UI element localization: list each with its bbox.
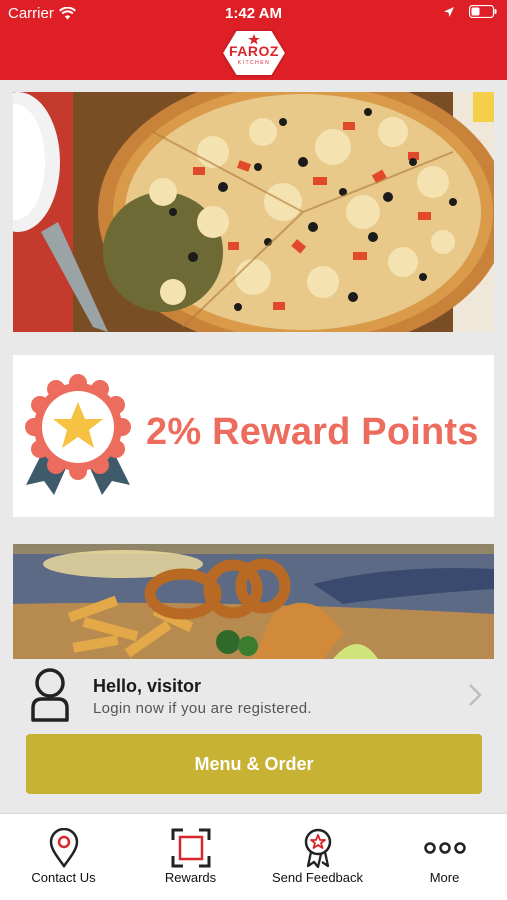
reward-points-text: 2% Reward Points: [146, 411, 479, 453]
badge-star-icon: [304, 828, 331, 868]
qr-scan-icon: [171, 828, 210, 868]
tab-send-feedback[interactable]: Send Feedback: [254, 814, 381, 900]
app-header: FAROZ KITCHEN: [0, 26, 507, 80]
visitor-login-row[interactable]: Hello, visitor Login now if you are regi…: [0, 660, 507, 728]
tab-rewards-label: Rewards: [164, 870, 217, 885]
more-dots-icon: [423, 842, 466, 854]
logo-title: FAROZ: [229, 43, 279, 59]
status-right-icons: [443, 5, 497, 18]
fish-and-chips-banner[interactable]: [13, 544, 494, 659]
location-arrow-icon: [444, 6, 454, 17]
status-time: 1:42 AM: [225, 5, 282, 22]
tab-more-label: More: [429, 870, 460, 885]
user-icon: [31, 668, 69, 722]
pizza-banner[interactable]: [13, 92, 494, 332]
battery-icon: [469, 5, 497, 18]
location-pin-icon: [49, 828, 78, 868]
reward-points-banner[interactable]: 2% Reward Points: [13, 355, 494, 517]
chevron-right-icon[interactable]: [466, 682, 484, 708]
bottom-tab-bar: Contact Us Rewards Send Feedback More: [0, 813, 507, 900]
tab-contact-us[interactable]: Contact Us: [0, 814, 127, 900]
status-bar: Carrier 1:42 AM: [0, 0, 507, 26]
award-ribbon-icon: [25, 374, 131, 495]
tab-rewards[interactable]: Rewards: [127, 814, 254, 900]
faroz-kitchen-logo: FAROZ KITCHEN: [222, 28, 286, 78]
visitor-greeting: Hello, visitor: [93, 676, 202, 696]
tab-send-feedback-label: Send Feedback: [271, 870, 364, 885]
visitor-login-hint: Login now if you are registered.: [93, 700, 312, 717]
menu-order-button[interactable]: Menu & Order: [26, 734, 482, 794]
logo-subtitle: KITCHEN: [237, 60, 271, 66]
tab-contact-us-label: Contact Us: [31, 870, 96, 885]
tab-more[interactable]: More: [381, 814, 507, 900]
